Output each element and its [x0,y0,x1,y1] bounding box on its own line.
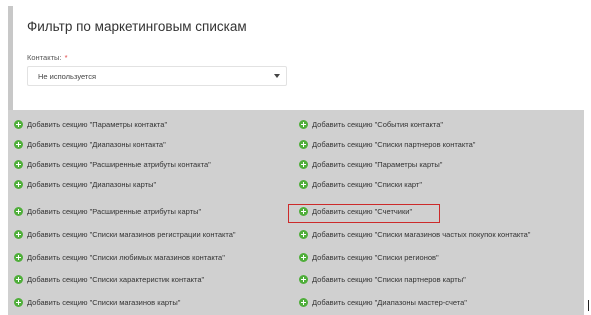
add-section-label: Добавить секцию "Списки характеристик ко… [27,274,205,284]
plus-circle-icon [299,179,308,189]
add-section-button[interactable]: Добавить секцию "Расширенные атрибуты ко… [14,157,211,171]
add-section-button[interactable]: Добавить секцию "Расширенные атрибуты ка… [14,204,201,218]
plus-circle-icon [14,139,23,149]
plus-circle-icon [299,274,308,284]
add-section-button[interactable]: Добавить секцию "Диапазоны мастер-счета" [299,295,467,309]
plus-circle-icon [299,119,308,129]
add-section-label: Добавить секцию "Списки любимых магазино… [27,252,225,262]
add-section-label: Добавить секцию "Списки партнеров контак… [312,139,476,149]
filter-card: Фильтр по маркетинговым спискам Контакты… [8,6,584,110]
filter-title: Фильтр по маркетинговым спискам [27,19,247,34]
add-section-button[interactable]: Добавить секцию "Диапазоны контакта" [14,137,166,151]
plus-circle-icon [299,139,308,149]
add-section-label: Добавить секцию "События контакта" [312,119,444,129]
add-section-button[interactable]: Добавить секцию "Списки характеристик ко… [14,272,204,286]
add-section-button[interactable]: Добавить секцию "Списки карт" [299,177,422,191]
add-section-button[interactable]: Добавить секцию "Списки магазинов частых… [299,227,530,241]
add-section-button[interactable]: Добавить секцию "Списки любимых магазино… [14,250,225,264]
text-cursor [588,300,589,311]
required-mark: * [64,53,68,62]
add-section-button[interactable]: Добавить секцию "Списки партнеров контак… [299,137,475,151]
add-section-label: Добавить секцию "Расширенные атрибуты ка… [27,206,202,216]
chevron-down-icon [274,74,280,78]
add-section-label: Добавить секцию "Списки магазинов частых… [312,229,531,239]
add-section-label: Добавить секцию "Диапазоны карты" [27,179,157,189]
add-section-label: Добавить секцию "Счетчики" [312,206,413,216]
plus-circle-icon [14,159,23,169]
contacts-select-value: Не используется [38,72,97,81]
add-section-button[interactable]: Добавить секцию "Списки партнеров карты" [299,272,466,286]
plus-circle-icon [14,229,23,239]
plus-circle-icon [299,297,308,307]
add-section-label: Добавить секцию "Списки магазинов регист… [27,229,236,239]
add-section-button[interactable]: Добавить секцию "Списки регионов" [299,250,439,264]
add-section-button[interactable]: Добавить секцию "Списки магазинов карты" [14,295,180,309]
add-section-button[interactable]: Добавить секцию "Счетчики" [299,204,412,218]
plus-circle-icon [299,159,308,169]
plus-circle-icon [299,229,308,239]
add-section-label: Добавить секцию "Диапазоны мастер-счета" [312,297,467,307]
add-section-label: Добавить секцию "Диапазоны контакта" [27,139,166,149]
add-section-label: Добавить секцию "Расширенные атрибуты ко… [27,159,211,169]
add-section-button[interactable]: Добавить секцию "Списки магазинов регист… [14,227,236,241]
add-section-label: Добавить секцию "Параметры контакта" [27,119,168,129]
plus-circle-icon [14,119,23,129]
plus-circle-icon [14,274,23,284]
plus-circle-icon [14,252,23,262]
add-section-button[interactable]: Добавить секцию "Параметры контакта" [14,117,167,131]
add-section-label: Добавить секцию "Списки магазинов карты" [27,297,181,307]
plus-circle-icon [14,179,23,189]
add-section-label: Добавить секцию "Параметры карты" [312,159,443,169]
add-section-label: Добавить секцию "Списки карт" [312,179,422,189]
plus-circle-icon [14,206,23,216]
contacts-select[interactable]: Не используется [27,66,287,86]
add-section-button[interactable]: Добавить секцию "Диапазоны карты" [14,177,156,191]
plus-circle-icon [299,252,308,262]
add-section-button[interactable]: Добавить секцию "События контакта" [299,117,443,131]
add-section-label: Добавить секцию "Списки регионов" [312,252,439,262]
contacts-label-text: Контакты: [27,53,62,62]
plus-circle-icon [299,206,308,216]
add-section-label: Добавить секцию "Списки партнеров карты" [312,274,466,284]
contacts-label: Контакты: * [27,53,68,62]
plus-circle-icon [14,297,23,307]
add-section-button[interactable]: Добавить секцию "Параметры карты" [299,157,442,171]
